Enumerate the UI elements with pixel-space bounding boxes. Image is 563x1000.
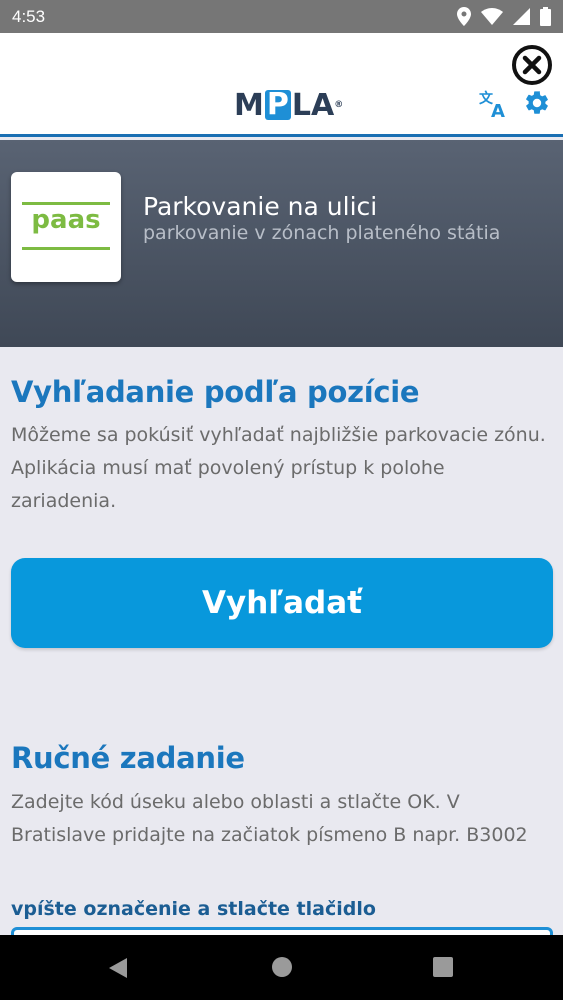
svg-text:A: A bbox=[491, 101, 505, 118]
close-icon bbox=[512, 45, 552, 85]
location-section-text: Môžeme sa pokúsiť vyhľadať najbližšie pa… bbox=[11, 424, 546, 512]
close-button[interactable] bbox=[511, 44, 553, 86]
status-icons bbox=[457, 7, 551, 26]
home-button[interactable] bbox=[271, 956, 293, 982]
recent-apps-icon bbox=[433, 957, 453, 977]
back-icon bbox=[109, 958, 127, 978]
gear-icon bbox=[526, 91, 548, 114]
home-icon bbox=[272, 957, 292, 977]
system-nav-bar bbox=[0, 935, 563, 1000]
app-header: M P LA ® 文 A bbox=[0, 33, 563, 137]
main-content[interactable]: Vyhľadanie podľa pozície Môžeme sa pokús… bbox=[0, 347, 563, 935]
tile-line-bottom bbox=[22, 247, 110, 250]
mpla-logo: M P LA ® bbox=[234, 87, 344, 123]
service-subtitle: parkovanie v zónach plateného státia bbox=[143, 222, 501, 244]
manual-section-text: Zadejte kód úseku alebo oblasti a stlačt… bbox=[11, 791, 528, 846]
status-bar: 4:53 bbox=[0, 0, 563, 33]
wifi-icon bbox=[481, 8, 503, 25]
location-icon bbox=[457, 7, 471, 26]
service-title: Parkovanie na ulici bbox=[143, 192, 378, 221]
service-hero: paas Parkovanie na ulici parkovanie v zó… bbox=[0, 140, 563, 347]
paas-logo-text: paas bbox=[31, 205, 101, 235]
code-input[interactable] bbox=[11, 927, 553, 935]
search-button[interactable]: Vyhľadať bbox=[11, 558, 553, 648]
back-button[interactable] bbox=[107, 956, 129, 984]
status-time: 4:53 bbox=[12, 6, 46, 26]
translate-button[interactable]: 文 A bbox=[478, 88, 508, 122]
signal-icon bbox=[513, 8, 530, 25]
code-input-label: vpíšte označenie a stlačte tlačidlo bbox=[11, 898, 376, 920]
paas-logo-tile: paas bbox=[11, 172, 121, 282]
manual-section-title: Ručné zadanie bbox=[11, 741, 245, 775]
recent-apps-button[interactable] bbox=[433, 957, 453, 981]
battery-icon bbox=[540, 7, 551, 26]
settings-button[interactable] bbox=[523, 89, 551, 117]
location-section-title: Vyhľadanie podľa pozície bbox=[11, 375, 420, 409]
translate-icon: 文 A bbox=[479, 90, 505, 122]
